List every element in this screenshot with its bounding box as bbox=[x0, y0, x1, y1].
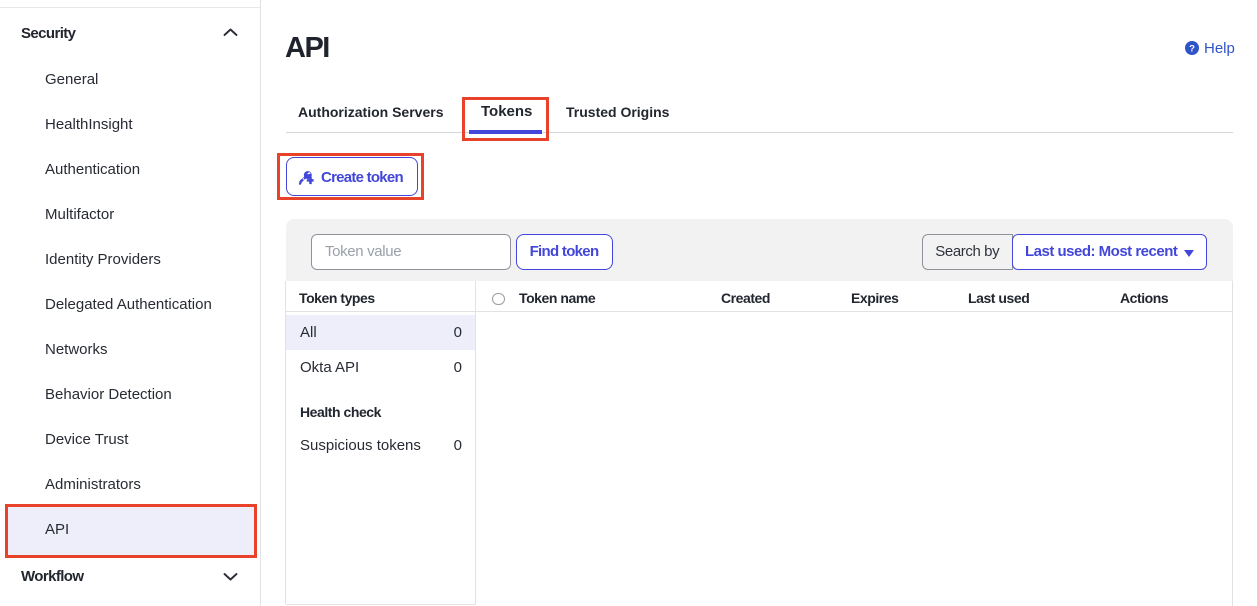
svg-text:?: ? bbox=[1189, 43, 1195, 54]
